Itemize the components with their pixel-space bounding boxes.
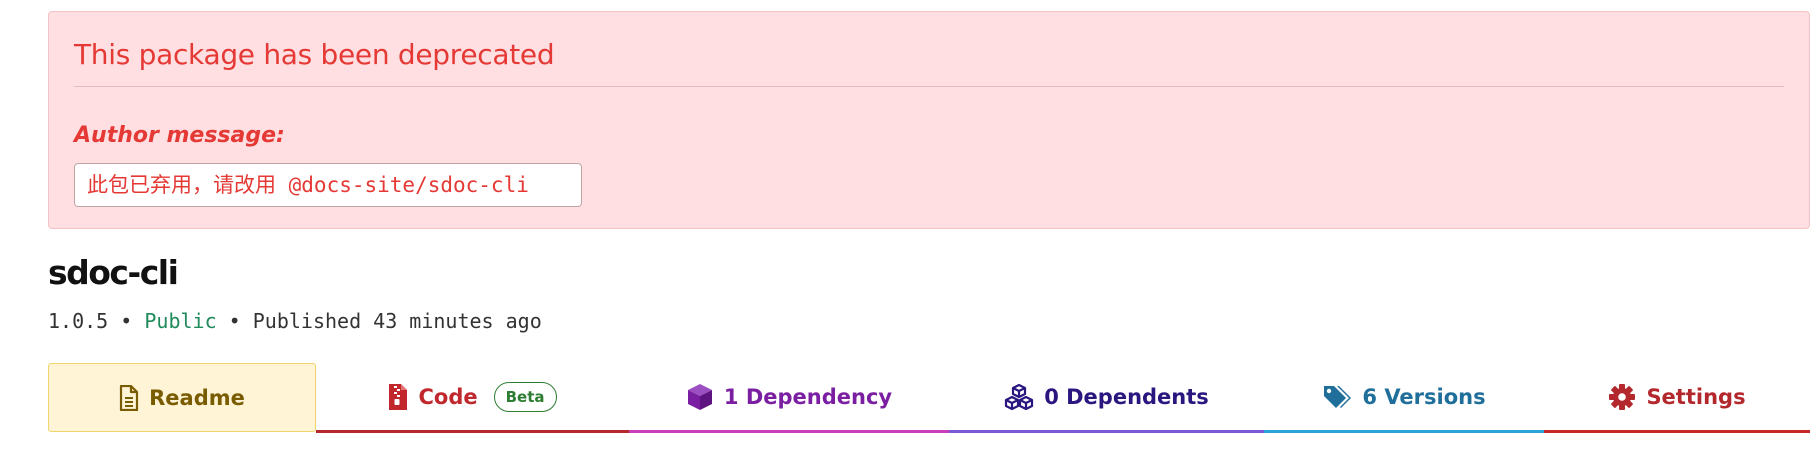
tab-label: 1 Dependency — [723, 384, 893, 409]
published-time: Published 43 minutes ago — [252, 309, 542, 333]
author-message: 此包已弃用，请改用 @docs-site/sdoc-cli — [74, 163, 582, 207]
deprecation-divider — [74, 86, 1784, 87]
package-page: This package has been deprecated Author … — [0, 0, 1819, 456]
tab-dependency[interactable]: 1 Dependency — [629, 363, 949, 433]
tab-label: Readme — [149, 385, 245, 410]
package-visibility: Public — [144, 309, 217, 333]
beta-badge: Beta — [493, 381, 557, 412]
tab-label: 0 Dependents — [1044, 384, 1209, 409]
gear-icon — [1608, 383, 1636, 411]
tab-settings[interactable]: Settings — [1544, 363, 1810, 433]
deprecation-banner: This package has been deprecated Author … — [48, 11, 1810, 229]
cubes-icon — [1004, 383, 1034, 411]
author-message-label: Author message: — [74, 123, 285, 148]
tab-label: Code — [418, 384, 478, 409]
meta-separator: • — [120, 309, 133, 333]
package-meta: 1.0.5 • Public • Published 43 minutes ag… — [48, 309, 542, 333]
tab-versions[interactable]: 6 Versions — [1264, 363, 1544, 433]
cube-icon — [686, 383, 714, 411]
meta-separator: • — [228, 309, 241, 333]
tab-label: Settings — [1646, 384, 1746, 409]
deprecation-title: This package has been deprecated — [74, 38, 555, 71]
tab-dependents[interactable]: 0 Dependents — [949, 363, 1264, 433]
tab-label: 6 Versions — [1362, 384, 1486, 409]
zip-file-icon — [388, 383, 408, 410]
package-tabs: Readme Code Beta 1 Dependency 0 Dependen… — [48, 363, 1810, 433]
tab-readme[interactable]: Readme — [48, 363, 316, 432]
tab-code[interactable]: Code Beta — [316, 363, 629, 433]
package-name: sdoc-cli — [48, 253, 179, 292]
tags-icon — [1322, 384, 1352, 410]
file-icon — [119, 384, 139, 411]
package-version: 1.0.5 — [48, 309, 109, 333]
